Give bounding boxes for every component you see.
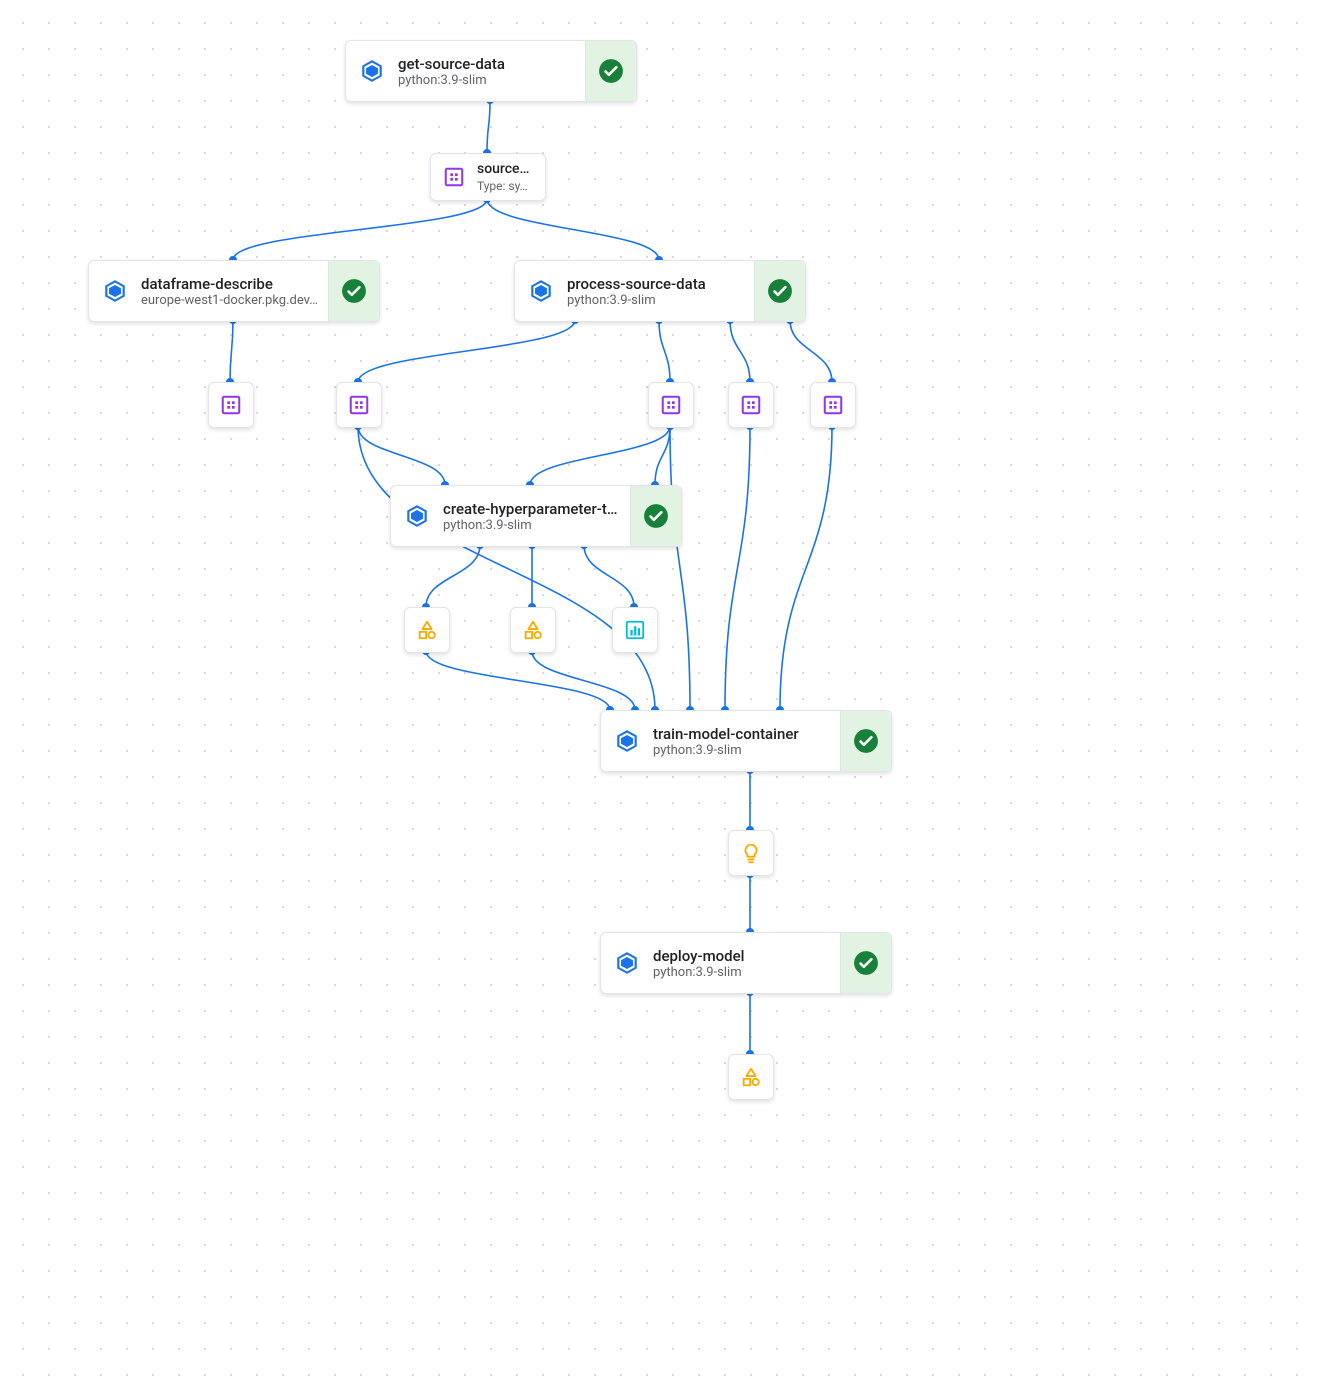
task-node-task_get_source[interactable]: get-source-data python:3.9-slim [345, 40, 637, 102]
model-icon [740, 1066, 762, 1088]
artifact-node-art_m2[interactable] [510, 607, 556, 653]
task-subtitle: python:3.9-slim [567, 293, 746, 308]
artifact-node-art_end[interactable] [728, 1054, 774, 1100]
edge [780, 426, 832, 710]
check-circle-icon [853, 728, 879, 754]
task-node-task_hparam[interactable]: create-hyperparameter-t… python:3.9-slim [390, 485, 682, 547]
metrics-icon [624, 619, 646, 641]
artifact-node-art_d2[interactable] [336, 382, 382, 428]
container-icon [528, 278, 554, 304]
edge [426, 651, 610, 710]
task-type-icon [515, 261, 567, 321]
check-circle-icon [341, 278, 367, 304]
task-subtitle: python:3.9-slim [653, 965, 832, 980]
task-status [328, 261, 379, 321]
task-status [840, 933, 891, 993]
container-icon [614, 950, 640, 976]
edge [426, 545, 480, 607]
artifact-node-art_d4[interactable] [728, 382, 774, 428]
edge [670, 426, 690, 710]
artifact-node-art_light[interactable] [728, 830, 774, 876]
task-node-task_train[interactable]: train-model-container python:3.9-slim [600, 710, 892, 772]
task-title: dataframe-describe [141, 275, 320, 293]
task-title: deploy-model [653, 947, 832, 965]
edge [659, 320, 670, 382]
task-subtitle: europe-west1-docker.pkg.dev… [141, 293, 320, 308]
task-title: train-model-container [653, 725, 832, 743]
task-node-task_describe[interactable]: dataframe-describe europe-west1-docker.p… [88, 260, 380, 322]
task-label: dataframe-describe europe-west1-docker.p… [141, 275, 328, 308]
edge [358, 426, 655, 710]
check-circle-icon [853, 950, 879, 976]
edge [358, 426, 445, 485]
artifact-node-art_metrics[interactable] [612, 607, 658, 653]
edge [230, 320, 233, 382]
task-status [840, 711, 891, 771]
artifact-node-art_m1[interactable] [404, 607, 450, 653]
dataset-icon [348, 394, 370, 416]
dataset-icon [740, 394, 762, 416]
task-title: create-hyperparameter-t… [443, 500, 622, 518]
artifact-node-art_source[interactable]: source… Type: sy… [430, 153, 546, 201]
edge [358, 320, 575, 382]
task-status [585, 41, 636, 101]
dataset-icon [822, 394, 844, 416]
container-icon [102, 278, 128, 304]
task-subtitle: python:3.9-slim [653, 743, 832, 758]
edge [790, 320, 832, 382]
artifact-node-art_d3[interactable] [648, 382, 694, 428]
pipeline-canvas[interactable]: get-source-data python:3.9-slim source… … [0, 0, 1320, 1390]
edge [532, 651, 635, 710]
container-icon [404, 503, 430, 529]
edge [725, 426, 750, 710]
edge [530, 426, 670, 485]
task-label: process-source-data python:3.9-slim [567, 275, 754, 308]
dataset-icon [443, 166, 465, 188]
task-label: deploy-model python:3.9-slim [653, 947, 840, 980]
edge [233, 199, 487, 260]
task-type-icon [601, 711, 653, 771]
task-type-icon [391, 486, 443, 546]
edge [730, 320, 750, 382]
container-icon [359, 58, 385, 84]
edge [487, 100, 490, 153]
task-subtitle: python:3.9-slim [443, 518, 622, 533]
task-title: get-source-data [398, 55, 577, 73]
model-icon [416, 619, 438, 641]
task-type-icon [89, 261, 141, 321]
artifact-subtitle: Type: sy… [477, 179, 537, 193]
task-status [754, 261, 805, 321]
edge [655, 426, 670, 485]
edge [487, 199, 659, 260]
artifact-type-icon [431, 154, 477, 200]
check-circle-icon [598, 58, 624, 84]
dataset-icon [220, 394, 242, 416]
artifact-node-art_d5[interactable] [810, 382, 856, 428]
artifact-label: source… Type: sy… [477, 161, 545, 193]
bulb-icon [740, 842, 762, 864]
artifact-title: source… [477, 161, 537, 177]
task-node-task_deploy[interactable]: deploy-model python:3.9-slim [600, 932, 892, 994]
edges-layer [0, 0, 1320, 1390]
check-circle-icon [643, 503, 669, 529]
task-label: create-hyperparameter-t… python:3.9-slim [443, 500, 630, 533]
check-circle-icon [767, 278, 793, 304]
model-icon [522, 619, 544, 641]
task-label: train-model-container python:3.9-slim [653, 725, 840, 758]
edge [584, 545, 634, 607]
dataset-icon [660, 394, 682, 416]
container-icon [614, 728, 640, 754]
task-title: process-source-data [567, 275, 746, 293]
task-type-icon [601, 933, 653, 993]
task-status [630, 486, 681, 546]
task-type-icon [346, 41, 398, 101]
task-label: get-source-data python:3.9-slim [398, 55, 585, 88]
task-node-task_process[interactable]: process-source-data python:3.9-slim [514, 260, 806, 322]
artifact-node-art_d1[interactable] [208, 382, 254, 428]
task-subtitle: python:3.9-slim [398, 73, 577, 88]
